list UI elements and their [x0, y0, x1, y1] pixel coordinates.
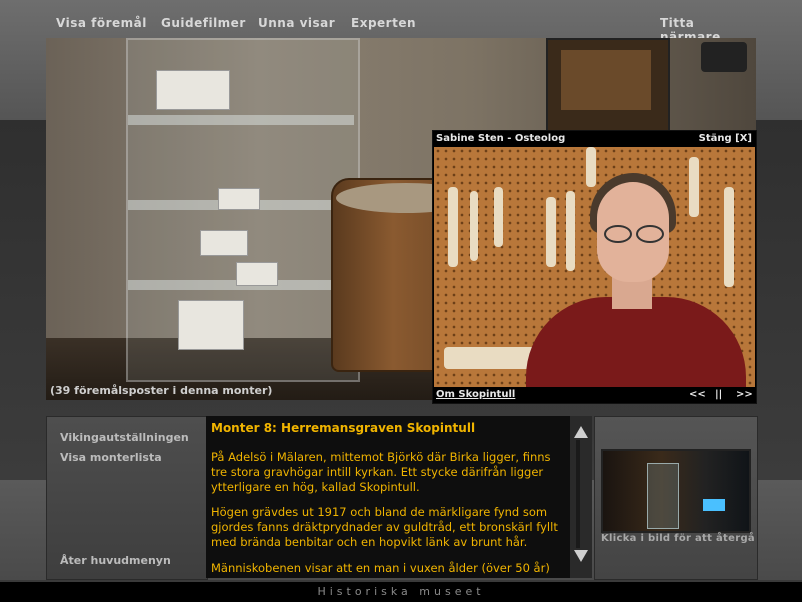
artifact-plaque[interactable]	[156, 70, 230, 110]
video-next-button[interactable]: >>	[736, 389, 753, 400]
video-title: Sabine Sten - Osteolog	[436, 133, 566, 144]
video-about-link[interactable]: Om Skopintull	[436, 389, 515, 400]
scroll-down-icon[interactable]	[574, 550, 588, 562]
description-paragraph: På Adelsö i Mälaren, mittemot Björkö där…	[211, 450, 551, 494]
overview-panel: Klicka i bild för att återgå	[594, 416, 758, 580]
bone-artifact	[586, 147, 596, 187]
expert-glasses	[602, 225, 666, 243]
nav-unna-visar[interactable]: Unna visar	[258, 16, 335, 30]
scene-caption: (39 föremålsposter i denna monter)	[50, 384, 273, 397]
thumbnail-display-case	[647, 463, 679, 529]
spotlight-lamp	[701, 42, 747, 72]
expert-video-window: Sabine Sten - Osteolog Stäng [X] Om Skop…	[432, 130, 757, 404]
description-heading: Monter 8: Herremansgraven Skopintull	[211, 421, 476, 435]
artifact-plaque[interactable]	[178, 300, 244, 350]
scroll-up-icon[interactable]	[574, 426, 588, 438]
description-paragraph: Högen grävdes ut 1917 och bland de märkl…	[211, 505, 558, 549]
nav-experten[interactable]: Experten	[351, 16, 416, 30]
description-scrollbar[interactable]	[570, 416, 592, 578]
bone-artifact	[470, 191, 478, 261]
display-box-contents	[561, 50, 651, 110]
video-frame[interactable]	[434, 147, 755, 387]
top-navigation: Visa föremål Guidefilmer Unna visar Expe…	[46, 12, 756, 44]
bone-artifact	[566, 191, 575, 271]
menu-vikingautstallningen[interactable]: Vikingautställningen	[60, 431, 189, 444]
overview-thumbnail[interactable]	[601, 449, 751, 533]
scroll-track[interactable]	[576, 440, 580, 548]
bone-artifact	[724, 187, 734, 287]
video-footer: Om Skopintull << || >>	[433, 387, 756, 403]
description-panel[interactable]: Monter 8: Herremansgraven Skopintull På …	[206, 416, 570, 578]
menu-ater-huvudmenyn[interactable]: Åter huvudmenyn	[60, 554, 171, 567]
video-prev-button[interactable]: <<	[689, 389, 706, 400]
bone-artifact	[448, 187, 458, 267]
footer-brand: Historiska museet	[0, 582, 802, 602]
thumbnail-caption: Klicka i bild för att återgå	[601, 533, 755, 544]
artifact-plaque[interactable]	[236, 262, 278, 286]
left-menu: Vikingautställningen Visa monterlista Åt…	[46, 416, 208, 580]
thumbnail-screen	[703, 499, 725, 511]
display-cabinet[interactable]	[126, 38, 360, 382]
bone-artifact	[546, 197, 556, 267]
video-header: Sabine Sten - Osteolog Stäng [X]	[433, 131, 756, 147]
menu-visa-monterlista[interactable]: Visa monterlista	[60, 451, 162, 464]
cabinet-shelf	[128, 115, 354, 125]
bone-artifact	[494, 187, 503, 247]
nav-guidefilmer[interactable]: Guidefilmer	[161, 16, 246, 30]
artifact-plaque[interactable]	[218, 188, 260, 210]
video-pause-button[interactable]: ||	[715, 389, 722, 400]
bone-artifact	[689, 157, 699, 217]
video-close-button[interactable]: Stäng [X]	[699, 133, 752, 144]
description-paragraph: Människobenen visar att en man i vuxen å…	[211, 561, 550, 578]
artifact-plaque[interactable]	[200, 230, 248, 256]
nav-visa-foremal[interactable]: Visa föremål	[56, 16, 147, 30]
